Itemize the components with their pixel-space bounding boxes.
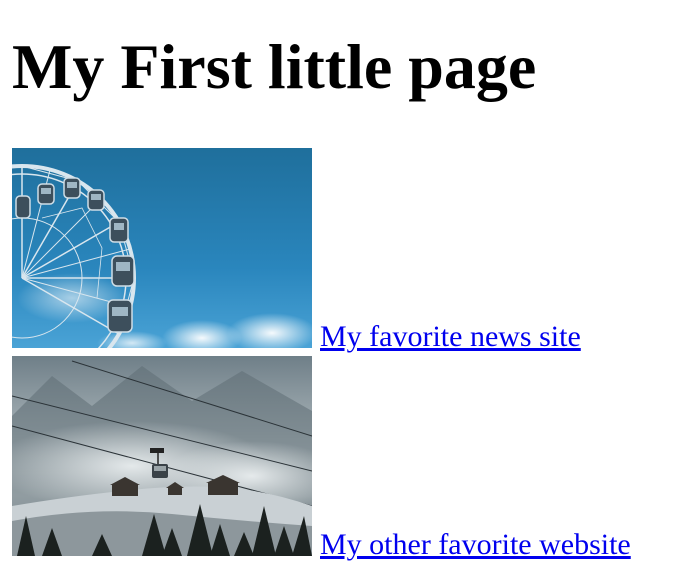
cable-car-image	[12, 356, 312, 556]
news-site-link[interactable]: My favorite news site	[320, 320, 581, 354]
page-title: My First little page	[12, 31, 537, 102]
ferris-wheel-image	[12, 148, 312, 348]
link-row-news: My favorite news site	[12, 148, 692, 353]
link-row-other: My other favorite website	[12, 356, 692, 561]
other-website-link[interactable]: My other favorite website	[320, 528, 631, 562]
